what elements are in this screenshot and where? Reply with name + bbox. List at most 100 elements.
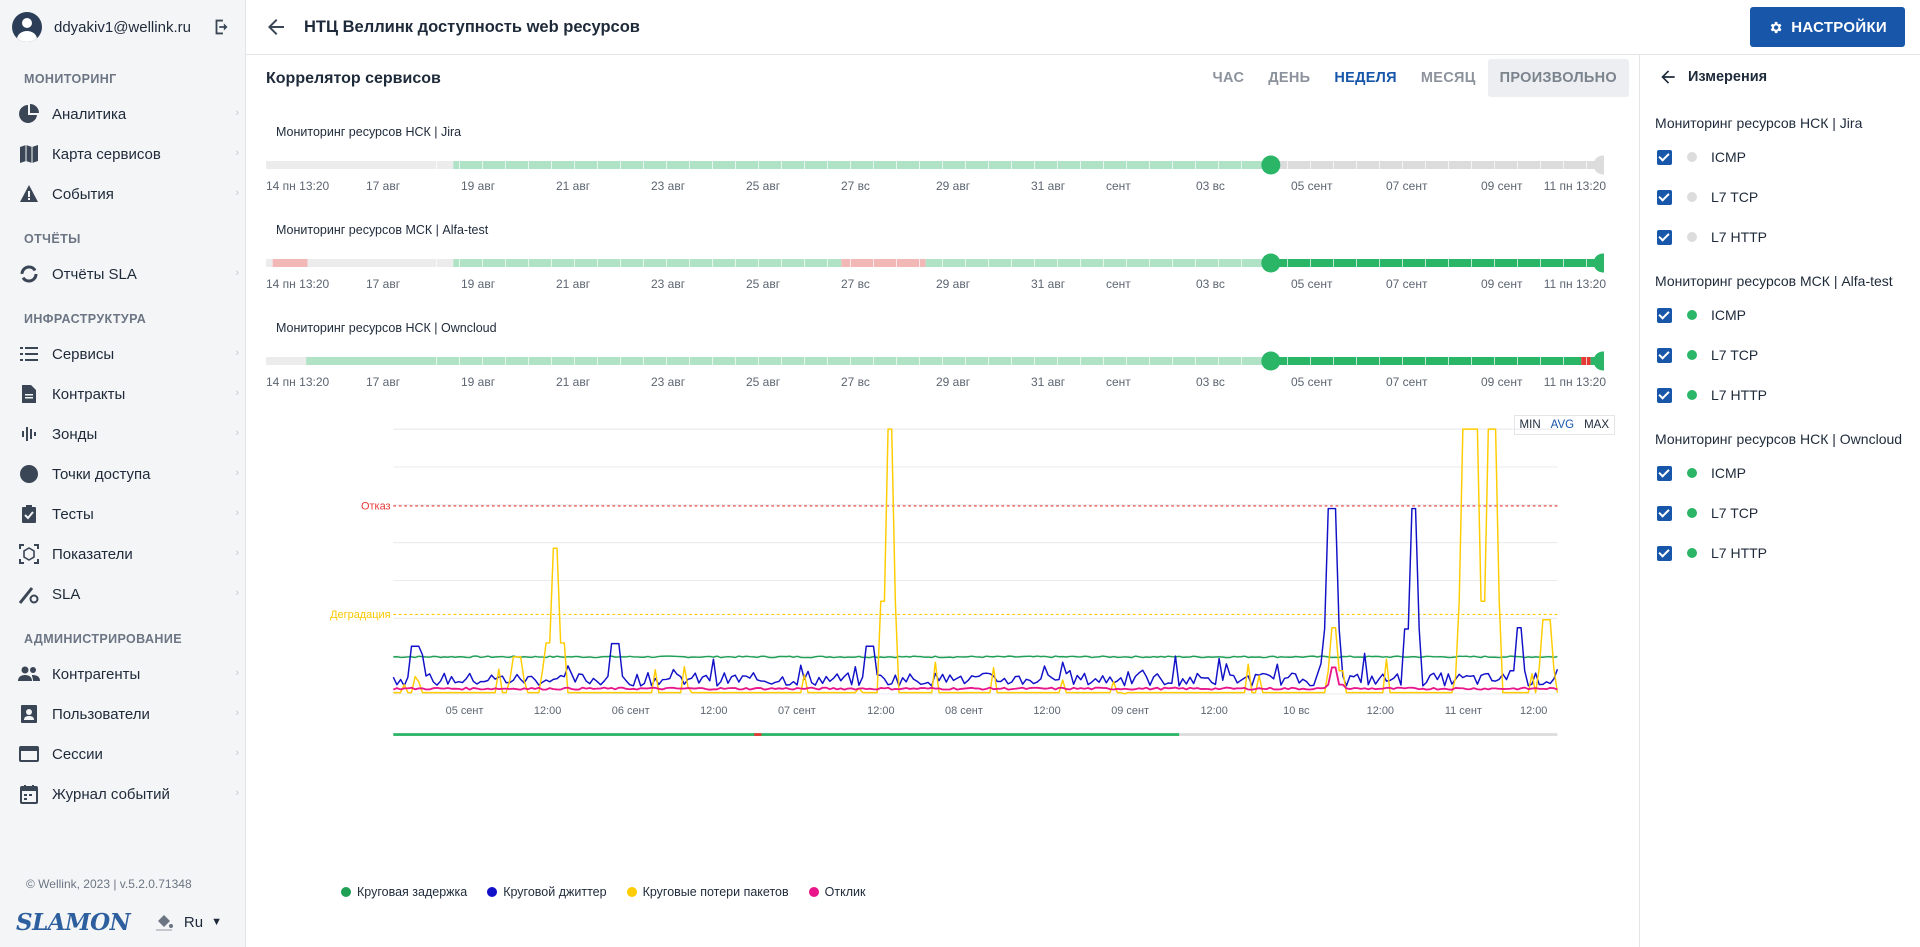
sidebar-item[interactable]: Контрагенты › [0, 654, 245, 694]
legend-item[interactable]: Круговой джиттер [487, 885, 607, 899]
settings-button[interactable]: НАСТРОЙКИ [1750, 7, 1905, 47]
timeline-bar[interactable] [266, 349, 1604, 373]
back-arrow-icon[interactable] [264, 15, 288, 39]
measurement-checkbox[interactable] [1657, 307, 1672, 323]
timeline-tick [712, 357, 713, 365]
sidebar-section-title: ИНФРАСТРУКТУРА [24, 312, 147, 326]
copyright: © Wellink, 2023 | v.5.2.0.71348 [26, 877, 192, 891]
measurement-label: L7 TCP [1711, 505, 1759, 521]
measurement-checkbox[interactable] [1657, 149, 1672, 165]
avatar-icon[interactable] [12, 12, 42, 42]
timeline-bar[interactable] [266, 153, 1604, 177]
measurement-checkbox[interactable] [1657, 465, 1672, 481]
status-dot-icon [1687, 468, 1697, 478]
timeline-tick [942, 357, 943, 365]
timeline-tick [1126, 259, 1127, 267]
timeline-tick [1218, 357, 1219, 365]
paint-bucket-icon[interactable] [154, 912, 174, 932]
timeline-date-label: 09 сент [1481, 179, 1523, 193]
timeline-handle[interactable] [1261, 253, 1281, 273]
sidebar-item[interactable]: Зонды › [0, 414, 245, 454]
timeline-date-label: 21 авг [556, 375, 591, 389]
timeline-handle[interactable] [1593, 155, 1605, 175]
measurement-group-title: Мониторинг ресурсов НСК | Jira [1655, 115, 1863, 131]
timeline-handle[interactable] [1593, 253, 1605, 273]
sidebar-item-label: Контракты [52, 385, 126, 403]
measurement-checkbox[interactable] [1657, 229, 1672, 245]
sidebar-item[interactable]: Журнал событий › [0, 774, 245, 814]
logout-icon[interactable] [211, 16, 233, 38]
legend-item[interactable]: Отклик [808, 885, 865, 899]
period-tab[interactable]: МЕСЯЦ [1409, 59, 1488, 97]
legend-color-dot [487, 887, 498, 897]
chart-x-label: 06 сент [612, 705, 650, 717]
timeline-tick [1517, 259, 1518, 267]
timeline-tick [689, 259, 690, 267]
sidebar-item[interactable]: SLA › [0, 574, 245, 614]
legend-item[interactable]: Круговые потери пакетов [626, 885, 789, 899]
timeline-tick [482, 259, 483, 267]
timeline-tick [1379, 161, 1380, 169]
timeline-segment [925, 259, 1271, 267]
timeline-date-label: 25 авг [746, 179, 781, 193]
timeline-tick [1011, 161, 1012, 169]
timeline-date-label: 19 авг [461, 179, 496, 193]
sidebar-item[interactable]: Точки доступа › [0, 454, 245, 494]
chevron-right-icon: › [235, 707, 239, 719]
sidebar-item[interactable]: Пользователи › [0, 694, 245, 734]
sidebar-item[interactable]: События › [0, 174, 245, 214]
timeline-bar[interactable] [266, 251, 1604, 275]
timeline-handle[interactable] [1593, 351, 1605, 371]
measurement-checkbox[interactable] [1657, 189, 1672, 205]
period-tab[interactable]: ДЕНЬ [1256, 59, 1322, 97]
warning-icon [18, 183, 40, 205]
sidebar-item[interactable]: Карта сервисов › [0, 134, 245, 174]
timeline-tick [1540, 259, 1541, 267]
timeline-date-label: 25 авг [746, 375, 781, 389]
timeline-tick [666, 259, 667, 267]
chart-x-label: 09 сент [1111, 705, 1149, 717]
language-select[interactable]: Ru ▼ [154, 912, 222, 932]
measurement-item: L7 TCP [1640, 335, 1920, 375]
timeline-date-label: 25 авг [746, 277, 781, 291]
measurement-checkbox[interactable] [1657, 545, 1672, 561]
back-arrow-icon[interactable] [1658, 67, 1678, 87]
legend-item[interactable]: Круговая задержка [341, 885, 467, 899]
sidebar-item[interactable]: Показатели › [0, 534, 245, 574]
timeline-tick [735, 161, 736, 169]
sidebar-item[interactable]: Контракты › [0, 374, 245, 414]
timeline-segment [453, 161, 1271, 169]
timeline-tick [574, 357, 575, 365]
timeline-handle[interactable] [1261, 351, 1281, 371]
timeline-segment [266, 259, 273, 267]
timeline-tick [873, 161, 874, 169]
period-tab[interactable]: НЕДЕЛЯ [1322, 59, 1409, 97]
sidebar-item[interactable]: Отчёты SLA › [0, 254, 245, 294]
sidebar-item[interactable]: Аналитика › [0, 94, 245, 134]
period-tab[interactable]: ПРОИЗВОЛЬНО [1487, 59, 1629, 97]
measurement-checkbox[interactable] [1657, 387, 1672, 403]
metrics-icon [18, 543, 40, 565]
measurement-checkbox[interactable] [1657, 505, 1672, 521]
timeline-handle[interactable] [1261, 155, 1281, 175]
chevron-right-icon: › [235, 267, 239, 279]
sidebar-item-label: Точки доступа [52, 465, 151, 483]
period-tab[interactable]: ЧАС [1201, 59, 1257, 97]
sidebar-item[interactable]: Тесты › [0, 494, 245, 534]
timeline-tick [942, 161, 943, 169]
timeline-tick [666, 161, 667, 169]
status-dot-icon [1687, 390, 1697, 400]
timeline-tick [1034, 259, 1035, 267]
timeline-tick [1218, 259, 1219, 267]
timeline-tick [1448, 259, 1449, 267]
sidebar-item[interactable]: Сервисы › [0, 334, 245, 374]
sidebar-item-label: События [52, 185, 114, 203]
sidebar-item[interactable]: Сессии › [0, 734, 245, 774]
sidebar-item-label: Отчёты SLA [52, 265, 137, 283]
measurement-checkbox[interactable] [1657, 347, 1672, 363]
map-icon [18, 143, 40, 165]
timeline-tick [781, 259, 782, 267]
window-icon [18, 743, 40, 765]
timeline-tick [1425, 259, 1426, 267]
timeline-tick [597, 161, 598, 169]
